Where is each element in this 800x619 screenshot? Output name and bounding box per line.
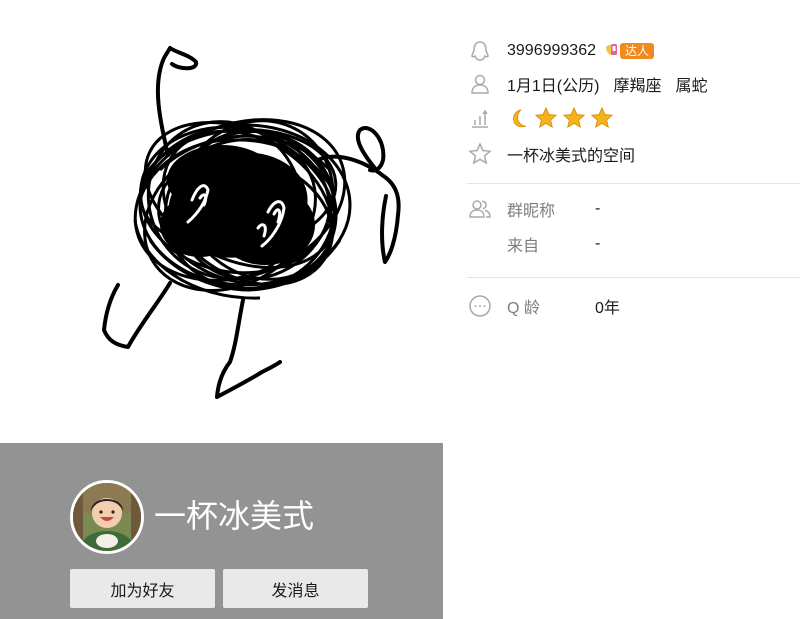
more-icon <box>467 293 493 319</box>
divider <box>467 277 800 278</box>
birthday-row: 1月1日(公历) 摩羯座 属蛇 <box>467 71 708 97</box>
space-row: 一杯冰美式的空间 <box>467 141 635 167</box>
talent-badge[interactable]: 达人 <box>604 41 654 61</box>
source-label: 来自 <box>507 238 540 255</box>
chinese-zodiac: 属蛇 <box>675 78 708 95</box>
q-age-label: Q 龄 <box>507 300 540 317</box>
person-icon <box>467 71 493 97</box>
source-row: 来自 - <box>467 231 600 257</box>
level-row <box>467 105 614 131</box>
q-age-value: 0年 <box>595 300 620 317</box>
profile-window: 一杯冰美式 加为好友 发消息 3996999362 达人 1月1日(公历) 摩羯… <box>0 0 800 619</box>
star-icon <box>534 106 558 129</box>
group-nickname-label: 群昵称 <box>507 203 556 220</box>
qq-number-row: 3996999362 达人 <box>467 38 654 64</box>
birthday: 1月1日(公历) <box>507 78 600 95</box>
penguin-icon <box>467 38 493 64</box>
cover-image <box>0 0 443 443</box>
q-age-row: Q 龄 0年 <box>467 293 620 319</box>
qq-number: 3996999362 <box>507 42 596 59</box>
moon-icon <box>513 108 528 127</box>
avatar-image <box>73 483 141 551</box>
group-nickname-value: - <box>595 200 601 217</box>
badge-label: 达人 <box>619 43 654 59</box>
nickname: 一杯冰美式 <box>154 498 315 534</box>
scribble-drawing <box>102 46 401 399</box>
space-link[interactable]: 一杯冰美式的空间 <box>507 142 635 166</box>
group-members-icon <box>467 196 493 222</box>
star-icon <box>562 106 586 129</box>
star-icon <box>590 106 614 129</box>
zodiac: 摩羯座 <box>613 78 662 95</box>
level-icons[interactable] <box>507 106 614 130</box>
divider <box>467 183 800 184</box>
avatar[interactable] <box>70 480 144 554</box>
send-message-button[interactable]: 发消息 <box>223 569 368 608</box>
group-nickname-row: 群昵称 - <box>467 196 600 222</box>
star-outline-icon <box>467 141 493 167</box>
add-friend-button[interactable]: 加为好友 <box>70 569 215 608</box>
source-value: - <box>595 235 601 252</box>
level-chart-icon <box>467 105 493 131</box>
